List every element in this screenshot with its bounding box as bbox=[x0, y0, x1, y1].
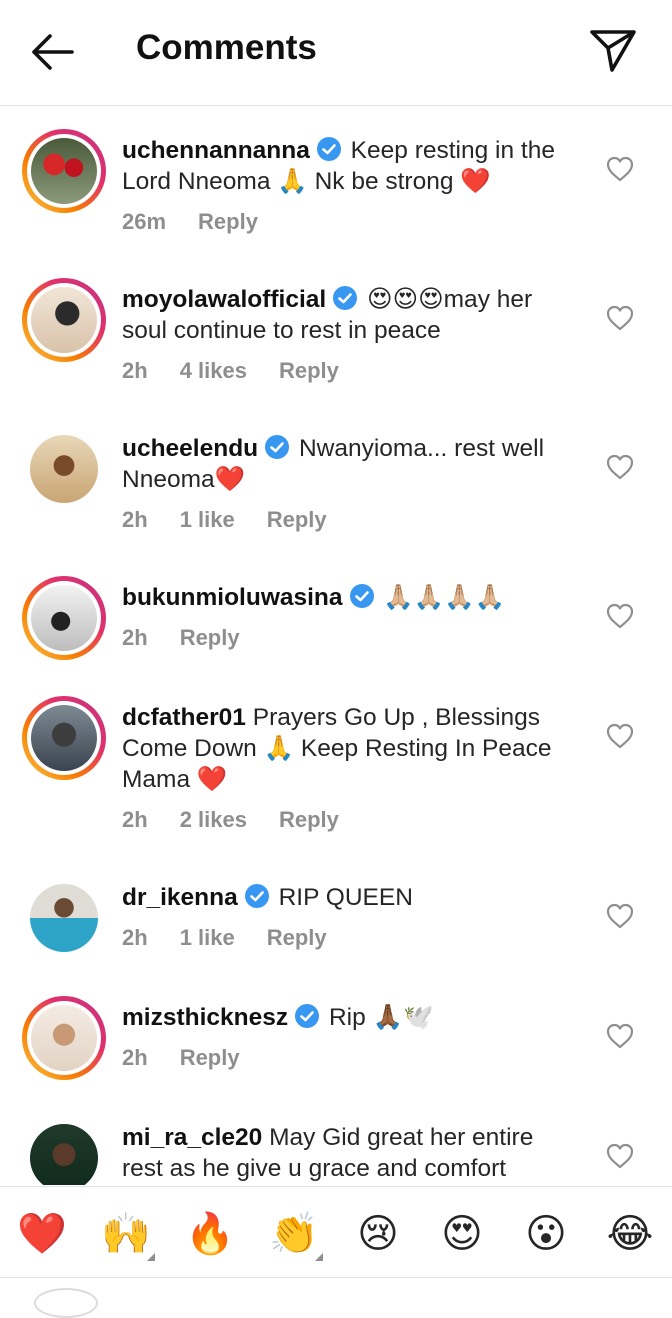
comment-username[interactable]: bukunmioluwasina bbox=[122, 584, 343, 611]
comment-text: mizsthicknesz Rip 🙏🏾🕊️ bbox=[122, 1002, 578, 1033]
comment-time: 2h bbox=[122, 925, 148, 950]
comment-text: ucheelendu Nwanyioma... rest well Nneoma… bbox=[122, 433, 578, 495]
comment-text: mi_ra_cle20 May Gid great her entire res… bbox=[122, 1122, 578, 1184]
reply-button[interactable]: Reply bbox=[279, 807, 339, 832]
heart-icon[interactable] bbox=[606, 903, 634, 929]
comment-time: 2h bbox=[122, 625, 148, 650]
avatar[interactable] bbox=[22, 696, 106, 780]
emoji-raising-hands[interactable]: 🙌 bbox=[99, 1207, 155, 1261]
emoji-astonished-face[interactable]: 😮 bbox=[519, 1207, 573, 1261]
variant-indicator-icon bbox=[315, 1253, 323, 1261]
reply-button[interactable]: Reply bbox=[180, 1045, 240, 1070]
comment-meta: 2h Reply bbox=[122, 1045, 272, 1071]
comment-body: Rip 🙏🏾🕊️ bbox=[328, 1004, 434, 1031]
heart-icon[interactable] bbox=[606, 1143, 634, 1169]
avatar[interactable] bbox=[22, 278, 106, 362]
comment-meta: 2h 1 like Reply bbox=[122, 925, 359, 951]
avatar[interactable] bbox=[22, 129, 106, 213]
verified-badge-icon bbox=[265, 435, 290, 459]
comment-time: 2h bbox=[122, 507, 148, 532]
avatar[interactable] bbox=[22, 876, 106, 960]
comment-username[interactable]: mizsthicknesz bbox=[122, 1004, 288, 1031]
avatar[interactable] bbox=[22, 996, 106, 1080]
comment-username[interactable]: moyolawalofficial bbox=[122, 286, 326, 313]
reply-button[interactable]: Reply bbox=[198, 209, 258, 234]
reply-button[interactable]: Reply bbox=[267, 507, 327, 532]
comment-username[interactable]: dcfather01 bbox=[122, 704, 246, 731]
heart-icon[interactable] bbox=[606, 723, 634, 749]
emoji-clapping-hands[interactable]: 👏 bbox=[267, 1207, 323, 1261]
comment-time: 2h bbox=[122, 807, 148, 832]
comment-likes[interactable]: 1 like bbox=[180, 507, 235, 532]
quick-emoji-bar: ❤️ 🙌 🔥 👏 😢 😍 😮 😂 bbox=[0, 1186, 672, 1278]
comment-body: RIP QUEEN bbox=[278, 884, 413, 911]
avatar[interactable] bbox=[22, 1116, 106, 1185]
paper-plane-icon bbox=[590, 30, 636, 72]
verified-badge-icon bbox=[244, 884, 269, 908]
comment-username[interactable]: uchennannanna bbox=[122, 137, 310, 164]
comment-input-avatar bbox=[34, 1288, 98, 1318]
reply-button[interactable]: Reply bbox=[279, 358, 339, 383]
verified-badge-icon bbox=[349, 584, 374, 608]
comment-text: dcfather01 Prayers Go Up , Blessings Com… bbox=[122, 702, 578, 795]
comment-meta: 2h 4 likes Reply bbox=[122, 358, 371, 384]
comment-likes[interactable]: 2 likes bbox=[180, 807, 247, 832]
verified-badge-icon bbox=[316, 137, 341, 161]
emoji-crying-face[interactable]: 😢 bbox=[351, 1207, 405, 1261]
comment-meta: 2h Reply bbox=[122, 625, 272, 651]
comment-text: moyolawalofficial 😍😍😍may her soul contin… bbox=[122, 284, 578, 346]
comment-time: 2h bbox=[122, 1045, 148, 1070]
verified-badge-icon bbox=[333, 286, 358, 310]
top-bar: Comments bbox=[0, 0, 672, 106]
emoji-red-heart[interactable]: ❤️ bbox=[15, 1207, 69, 1261]
emoji-fire[interactable]: 🔥 bbox=[183, 1207, 237, 1261]
back-button[interactable] bbox=[28, 30, 76, 74]
comment-text: dr_ikenna RIP QUEEN bbox=[122, 882, 578, 913]
heart-icon[interactable] bbox=[606, 1023, 634, 1049]
reply-button[interactable]: Reply bbox=[180, 625, 240, 650]
comment-time: 26m bbox=[122, 209, 167, 234]
comment-likes[interactable]: 4 likes bbox=[180, 358, 247, 383]
emoji-glyph: 🙌 bbox=[101, 1211, 151, 1257]
avatar[interactable] bbox=[22, 427, 106, 511]
comment-username[interactable]: ucheelendu bbox=[122, 435, 258, 462]
heart-icon[interactable] bbox=[606, 454, 634, 480]
verified-badge-icon bbox=[295, 1004, 320, 1028]
heart-icon[interactable] bbox=[606, 603, 634, 629]
page-title: Comments bbox=[136, 28, 317, 67]
reply-button[interactable]: Reply bbox=[267, 925, 327, 950]
emoji-heart-eyes[interactable]: 😍 bbox=[435, 1207, 489, 1261]
comment-text: bukunmioluwasina 🙏🏼🙏🏼🙏🏼🙏🏼 bbox=[122, 582, 578, 613]
emoji-glyph: 👏 bbox=[269, 1211, 319, 1257]
variant-indicator-icon bbox=[147, 1253, 155, 1261]
comment-time: 2h bbox=[122, 358, 148, 383]
comment-likes[interactable]: 1 like bbox=[180, 925, 235, 950]
share-button[interactable] bbox=[588, 26, 638, 74]
arrow-left-icon bbox=[32, 34, 74, 70]
avatar[interactable] bbox=[22, 576, 106, 660]
heart-icon[interactable] bbox=[606, 156, 634, 182]
comment-list[interactable]: uchennannanna Keep resting in the Lord N… bbox=[0, 107, 672, 1185]
emoji-tears-of-joy[interactable]: 😂 bbox=[603, 1207, 657, 1261]
comment-meta: 2h 1 like Reply bbox=[122, 507, 359, 533]
comment-meta: 2h 2 likes Reply bbox=[122, 807, 371, 833]
comment-text: uchennannanna Keep resting in the Lord N… bbox=[122, 135, 578, 197]
heart-icon[interactable] bbox=[606, 305, 634, 331]
comment-body: 🙏🏼🙏🏼🙏🏼🙏🏼 bbox=[383, 584, 506, 611]
comment-username[interactable]: mi_ra_cle20 bbox=[122, 1124, 262, 1151]
comment-meta: 26m Reply bbox=[122, 209, 290, 235]
comment-username[interactable]: dr_ikenna bbox=[122, 884, 238, 911]
